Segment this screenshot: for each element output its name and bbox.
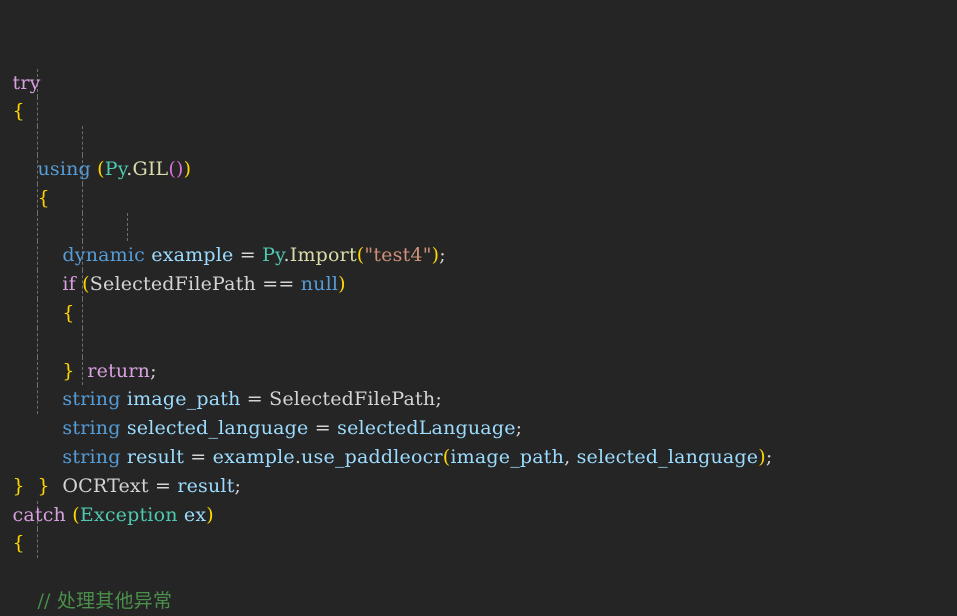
token-string-type: string: [62, 388, 121, 411]
token-brace-open: {: [37, 186, 50, 209]
code-line-text: string selected_language = selectedLangu…: [0, 414, 957, 443]
code-line-text: }: [0, 357, 957, 386]
token-null: null: [300, 273, 339, 296]
token-string-type: string: [62, 417, 121, 440]
token-equals: =: [246, 388, 263, 411]
code-line: {: [0, 40, 957, 122]
indent-guide: [37, 327, 38, 357]
token-paren-open: (: [168, 157, 176, 180]
code-line-text: {: [0, 299, 957, 328]
token-dynamic: dynamic: [62, 244, 146, 267]
token-paren-open: (: [97, 157, 105, 180]
token-using: using: [37, 157, 91, 180]
code-line-text: string image_path = SelectedFilePath;: [0, 385, 957, 414]
token-paren-close: ): [338, 273, 346, 296]
token-equals: =: [190, 445, 207, 468]
token-if: if: [62, 273, 76, 296]
token-brace-open: {: [12, 100, 25, 123]
code-line: try: [0, 11, 957, 94]
token-brace-open: {: [12, 532, 25, 555]
token-exception-type: Exception: [79, 503, 178, 526]
token-image-path: image_path: [450, 445, 565, 468]
indent-guide: [82, 126, 83, 155]
code-line-text: dynamic example = Py.Import("test4");: [0, 241, 957, 270]
code-line-text: if (SelectedFilePath == null): [0, 270, 957, 299]
code-line-text: }: [0, 472, 957, 501]
code-line-text: {: [0, 184, 957, 213]
token-example: example: [212, 445, 295, 468]
token-selectedfilepath: SelectedFilePath: [269, 388, 436, 411]
code-content[interactable]: try { using (Py.GIL()) { dynamic example…: [0, 11, 957, 616]
code-line-text: {: [0, 97, 957, 126]
token-comma: ,: [564, 445, 577, 468]
indent-guide: [82, 212, 83, 242]
indent-guide: [37, 212, 38, 242]
token-string-test4: "test4": [364, 244, 432, 267]
token-selectedfilepath: SelectedFilePath: [89, 273, 256, 296]
token-equals: =: [314, 417, 331, 440]
token-catch: catch: [12, 503, 66, 526]
code-line-text: string result = example.use_paddleocr(im…: [0, 443, 957, 472]
token-semicolon: ;: [435, 388, 442, 411]
token-paren-open: (: [72, 503, 80, 526]
token-semicolon: ;: [515, 417, 523, 440]
token-import: Import: [289, 244, 357, 267]
code-line-text: try: [0, 69, 957, 98]
code-line-text: {: [0, 529, 957, 558]
token-ex: ex: [183, 503, 207, 526]
token-semicolon: ;: [439, 244, 446, 267]
token-example: example: [151, 244, 234, 267]
code-line: dynamic example = Py.Import("test4");: [0, 126, 957, 266]
code-line-text: // 处理其他异常: [0, 587, 957, 616]
code-line: string result = example.use_paddleocr(im…: [0, 327, 957, 468]
indent-guide: [127, 212, 128, 242]
token-brace-close: }: [12, 474, 25, 497]
indent-guide: [82, 327, 83, 357]
token-selectedlanguage: selectedLanguage: [337, 417, 516, 440]
token-paren-open: (: [82, 273, 90, 296]
token-paren-close: ): [183, 157, 192, 180]
token-py: Py: [104, 157, 127, 180]
code-line-text: catch (Exception ex): [0, 501, 957, 530]
token-comment: // 处理其他异常: [37, 589, 173, 612]
token-selected-language: selected_language: [576, 445, 759, 468]
code-line: }: [0, 558, 957, 587]
token-brace-close: }: [62, 359, 75, 382]
token-brace-open: {: [62, 301, 75, 324]
token-py: Py: [262, 244, 284, 267]
code-line: return;: [0, 212, 957, 382]
token-selected-language: selected_language: [126, 417, 309, 440]
token-semicolon: ;: [765, 445, 773, 468]
token-equality-operator: ==: [262, 273, 295, 296]
token-paren-close: ): [206, 503, 214, 526]
token-string-type: string: [62, 445, 121, 468]
token-paren-close: ): [175, 157, 184, 180]
token-equals: =: [239, 244, 256, 267]
code-line-text: using (Py.GIL()): [0, 155, 957, 184]
indent-guide: [37, 126, 38, 155]
token-paren-close: ): [758, 445, 766, 468]
token-result: result: [126, 445, 185, 468]
code-editor-surface[interactable]: try { using (Py.GIL()) { dynamic example…: [0, 0, 957, 616]
token-gil: GIL: [132, 157, 169, 180]
token-try: try: [12, 71, 41, 94]
token-image-path: image_path: [126, 388, 241, 411]
token-use-paddleocr: use_paddleocr: [301, 445, 443, 468]
